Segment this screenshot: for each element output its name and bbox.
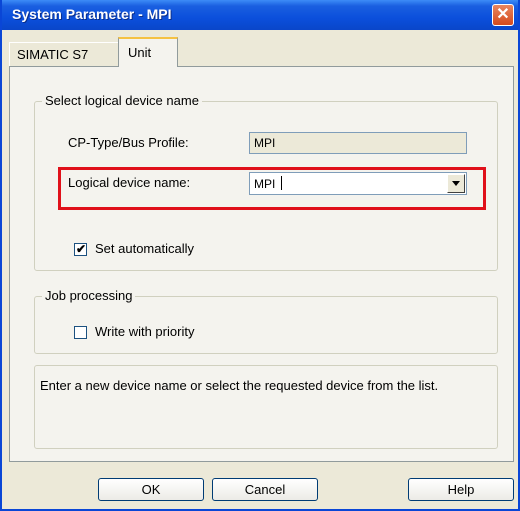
info-text: Enter a new device name or select the re…: [40, 378, 439, 393]
info-box: Enter a new device name or select the re…: [34, 365, 498, 449]
tab-unit-label: Unit: [128, 45, 152, 60]
dialog-window: System Parameter - MPI ✕ SIMATIC S7 Unit…: [0, 0, 520, 511]
set-automatically-checkbox[interactable]: ✔: [74, 242, 87, 256]
set-automatically-label: Set automatically: [95, 241, 194, 256]
highlight-frame: [58, 167, 486, 210]
cp-type-label: CP-Type/Bus Profile:: [68, 135, 189, 150]
close-icon: ✕: [496, 6, 510, 23]
help-button[interactable]: Help: [408, 478, 514, 501]
tab-unit[interactable]: Unit: [118, 37, 178, 67]
job-processing-group-title: Job processing: [42, 288, 136, 303]
check-icon: ✔: [76, 242, 87, 256]
tab-simatic-s7[interactable]: SIMATIC S7: [9, 42, 119, 66]
cp-type-field: MPI: [249, 132, 467, 154]
close-button[interactable]: ✕: [492, 4, 514, 26]
job-processing-groupbox: Job processing Write with priority: [34, 288, 498, 354]
unit-tab-panel: Select logical device name CP-Type/Bus P…: [9, 66, 514, 462]
tab-simatic-s7-label: SIMATIC S7: [17, 47, 89, 62]
title-bar[interactable]: System Parameter - MPI ✕: [2, 0, 518, 30]
cancel-button[interactable]: Cancel: [212, 478, 318, 501]
logical-device-group-title: Select logical device name: [42, 93, 202, 108]
window-title: System Parameter - MPI: [12, 6, 172, 22]
write-priority-label: Write with priority: [95, 324, 195, 339]
cp-type-value: MPI: [254, 136, 276, 150]
write-priority-checkbox[interactable]: [74, 326, 87, 339]
ok-button[interactable]: OK: [98, 478, 204, 501]
